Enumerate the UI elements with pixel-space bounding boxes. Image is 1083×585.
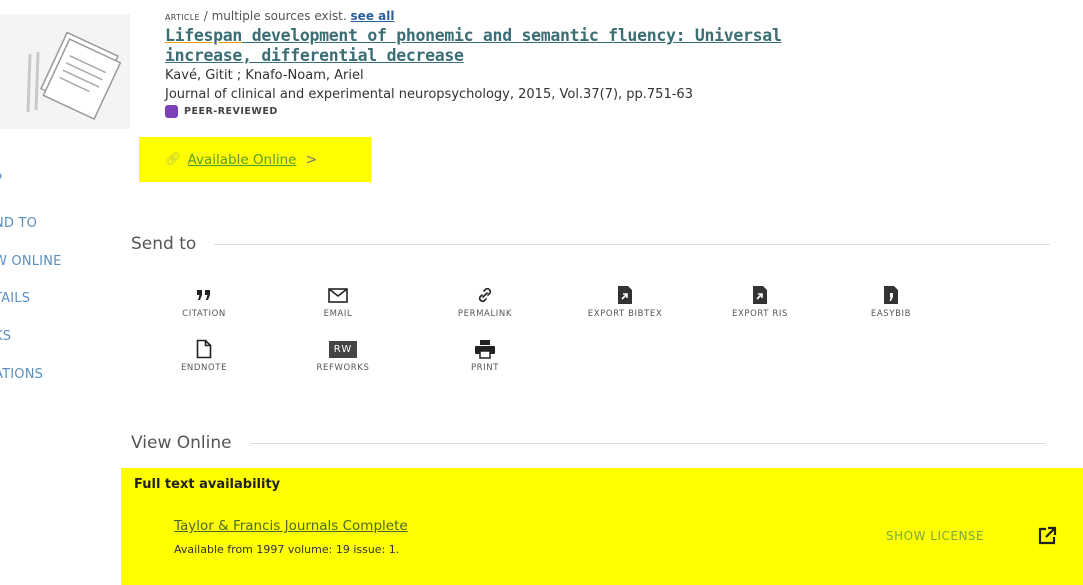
record-thumbnail <box>0 14 130 129</box>
peer-reviewed-badge: PEER-REVIEWED <box>165 105 865 118</box>
endnote-label: ENDNOTE <box>180 363 228 373</box>
endnote-button[interactable]: ENDNOTE <box>164 338 244 373</box>
record-details: ARTICLE / multiple sources exist. see al… <box>165 8 865 118</box>
quote-icon <box>164 284 244 306</box>
document-icon <box>164 338 244 360</box>
title-highlighted-word: Lifespan <box>165 26 243 45</box>
nav-item-links[interactable]: KS <box>0 329 11 344</box>
sources-note: / multiple sources exist. <box>203 9 347 23</box>
link-icon <box>445 284 525 306</box>
send-to-heading: Send to <box>131 234 197 254</box>
permalink-label: PERMALINK <box>457 309 513 319</box>
title-rest: development of phonemic and semantic flu… <box>165 26 782 65</box>
permalink-button[interactable]: PERMALINK <box>445 284 525 319</box>
refworks-label: REFWORKS <box>316 363 370 373</box>
export-file-icon <box>585 284 665 306</box>
email-button[interactable]: EMAIL <box>298 284 378 319</box>
see-all-link[interactable]: see all <box>351 9 395 23</box>
full-text-heading: Full text availability <box>134 477 281 492</box>
record-type-line: ARTICLE / multiple sources exist. see al… <box>165 8 865 24</box>
open-external-icon[interactable] <box>1037 526 1057 550</box>
export-ris-label: EXPORT RIS <box>732 309 788 319</box>
easybib-icon <box>851 284 931 306</box>
record-source: Journal of clinical and experimental neu… <box>165 87 693 102</box>
export-bibtex-button[interactable]: EXPORT BIBTEX <box>585 284 665 319</box>
easybib-label: EASYBIB <box>870 309 912 319</box>
nav-item-send-to[interactable]: ND TO <box>0 216 37 231</box>
view-online-section-header: View Online <box>131 433 1046 453</box>
link-icon: 🔗︎ <box>165 152 182 167</box>
view-online-heading: View Online <box>131 433 232 453</box>
send-to-section-header: Send to <box>131 234 1051 254</box>
refworks-icon: RW <box>328 340 358 358</box>
peer-reviewed-icon <box>165 105 178 118</box>
export-bibtex-label: EXPORT BIBTEX <box>587 309 663 319</box>
show-license-button[interactable]: SHOW LICENSE <box>886 529 984 543</box>
available-online-link[interactable]: Available Online <box>188 152 297 168</box>
peer-reviewed-label: PEER-REVIEWED <box>184 106 278 117</box>
refworks-button[interactable]: RW REFWORKS <box>303 338 383 373</box>
envelope-icon <box>298 284 378 306</box>
section-divider <box>214 243 1051 245</box>
easybib-button[interactable]: EASYBIB <box>851 284 931 319</box>
coverage-text: Available from 1997 volume: 19 issue: 1. <box>174 543 400 556</box>
record-type: ARTICLE <box>165 9 200 23</box>
print-button[interactable]: PRINT <box>445 338 525 373</box>
section-divider <box>249 442 1046 444</box>
nav-item-top[interactable]: P <box>0 172 2 187</box>
nav-item-citations[interactable]: ATIONS <box>0 367 43 382</box>
nav-item-details[interactable]: TAILS <box>0 291 30 306</box>
citation-button[interactable]: CITATION <box>164 284 244 319</box>
available-online-box: 🔗︎ Available Online > <box>139 137 371 182</box>
citation-label: CITATION <box>182 309 226 319</box>
export-file-icon <box>720 284 800 306</box>
export-ris-button[interactable]: EXPORT RIS <box>720 284 800 319</box>
document-stack-icon <box>0 14 130 129</box>
chevron-right-icon: > <box>305 151 318 168</box>
provider-link[interactable]: Taylor & Francis Journals Complete <box>174 518 408 534</box>
printer-icon <box>445 338 525 360</box>
record-title-link[interactable]: Lifespan development of phonemic and sem… <box>165 26 865 66</box>
email-label: EMAIL <box>323 309 353 319</box>
record-authors: Kavé, Gitit ; Knafo-Noam, Ariel <box>165 68 364 83</box>
print-label: PRINT <box>470 363 500 373</box>
nav-item-view-online[interactable]: W ONLINE <box>0 254 62 269</box>
full-text-availability-box: Full text availability Taylor & Francis … <box>121 468 1083 585</box>
